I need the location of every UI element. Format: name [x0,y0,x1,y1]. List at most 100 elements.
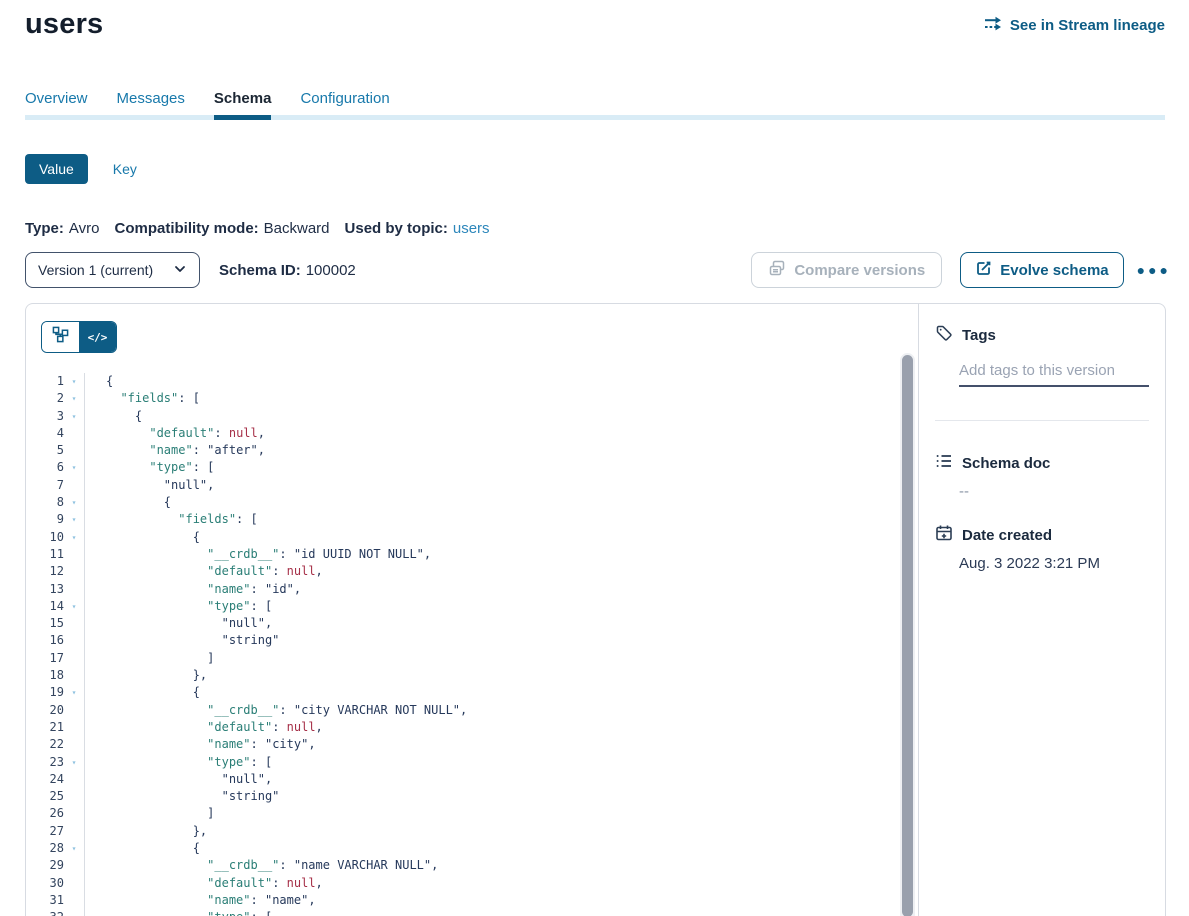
fold-toggle-icon [64,736,84,753]
code-line: 32▾ "type": [ [26,909,898,916]
code-line: 1▾{ [26,373,898,390]
sidebar-divider [935,420,1149,421]
fold-toggle-icon [64,823,84,840]
tab-bar: Overview Messages Schema Configuration [25,90,390,108]
code-text: "null", [84,771,898,788]
fold-toggle-icon[interactable]: ▾ [64,373,84,390]
line-number: 7 [26,477,64,494]
code-line: 13 "name": "id", [26,581,898,598]
view-mode-toggle: </> [41,321,117,353]
date-created-section: Date created Aug. 3 2022 3:21 PM [935,524,1149,572]
compat-value: Backward [264,220,330,237]
fold-toggle-icon[interactable]: ▾ [64,494,84,511]
code-line: 23▾ "type": [ [26,754,898,771]
schema-doc-value: -- [959,483,1149,500]
date-created-title: Date created [962,527,1052,544]
code-text: "__crdb__": "id UUID NOT NULL", [84,546,898,563]
tags-title: Tags [962,327,996,344]
fold-toggle-icon[interactable]: ▾ [64,840,84,857]
stream-lineage-label: See in Stream lineage [1010,17,1165,34]
code-text: }, [84,823,898,840]
more-actions-button[interactable]: ●●● [1137,262,1171,278]
code-line: 21 "default": null, [26,719,898,736]
line-number: 24 [26,771,64,788]
code-view-toggle[interactable]: </> [79,322,116,352]
scrollbar-thumb[interactable] [902,355,913,916]
line-number: 16 [26,632,64,649]
topic-link[interactable]: users [453,220,490,237]
schema-type: Type:Avro [25,220,99,237]
fold-toggle-icon[interactable]: ▾ [64,511,84,528]
code-text: { [84,529,898,546]
fold-toggle-icon [64,875,84,892]
compare-versions-label: Compare versions [794,262,925,279]
line-number: 31 [26,892,64,909]
code-line: 12 "default": null, [26,563,898,580]
code-line: 10▾ { [26,529,898,546]
code-line: 19▾ { [26,684,898,701]
code-text: "default": null, [84,719,898,736]
code-line: 26 ] [26,805,898,822]
tree-view-toggle[interactable] [42,322,79,352]
code-line: 3▾ { [26,408,898,425]
tab-configuration[interactable]: Configuration [300,90,389,108]
line-number: 8 [26,494,64,511]
tab-overview[interactable]: Overview [25,90,88,108]
scrollbar[interactable] [900,353,915,916]
fold-toggle-icon[interactable]: ▾ [64,754,84,771]
schema-id-value: 100002 [306,262,356,279]
fold-toggle-icon[interactable]: ▾ [64,598,84,615]
code-line: 7 "null", [26,477,898,494]
fold-toggle-icon [64,477,84,494]
line-number: 21 [26,719,64,736]
fold-toggle-icon [64,702,84,719]
compare-versions-icon [768,259,786,281]
code-text: { [84,408,898,425]
used-by-topic: Used by topic: users [345,220,490,237]
tab-messages[interactable]: Messages [117,90,185,108]
code-text: "__crdb__": "name VARCHAR NULL", [84,857,898,874]
key-toggle-button[interactable]: Key [113,161,137,177]
evolve-schema-button[interactable]: Evolve schema [960,252,1123,288]
stream-lineage-link[interactable]: See in Stream lineage [984,16,1165,35]
value-toggle-button[interactable]: Value [25,154,88,184]
fold-toggle-icon[interactable]: ▾ [64,909,84,916]
code-line: 14▾ "type": [ [26,598,898,615]
compare-versions-button[interactable]: Compare versions [751,252,942,288]
line-number: 9 [26,511,64,528]
add-tags-input[interactable] [959,360,1149,387]
tags-section-header: Tags [935,324,1149,346]
line-number: 1 [26,373,64,390]
fold-toggle-icon[interactable]: ▾ [64,684,84,701]
evolve-schema-label: Evolve schema [1000,262,1108,279]
code-text: "string" [84,788,898,805]
line-number: 30 [26,875,64,892]
code-text: "default": null, [84,563,898,580]
code-line: 27 }, [26,823,898,840]
code-text: "fields": [ [84,511,898,528]
compat-label: Compatibility mode: [114,220,258,237]
topic-label: Used by topic: [345,220,448,237]
fold-toggle-icon [64,857,84,874]
schema-doc-section: Schema doc -- [935,452,1149,500]
code-line: 8▾ { [26,494,898,511]
fold-toggle-icon[interactable]: ▾ [64,459,84,476]
fold-toggle-icon[interactable]: ▾ [64,390,84,407]
schema-page: users See in Stream lineage Overview Mes… [0,0,1189,916]
fold-toggle-icon[interactable]: ▾ [64,529,84,546]
code-text: "name": "city", [84,736,898,753]
version-select[interactable]: Version 1 (current) [25,252,200,288]
schema-id: Schema ID:100002 [219,262,356,279]
code-text: { [84,840,898,857]
code-text: "default": null, [84,875,898,892]
code-line: 4 "default": null, [26,425,898,442]
code-text: { [84,684,898,701]
fold-toggle-icon[interactable]: ▾ [64,408,84,425]
code-text: "name": "after", [84,442,898,459]
date-created-value: Aug. 3 2022 3:21 PM [959,555,1149,572]
tab-schema[interactable]: Schema [214,90,272,108]
tag-icon [935,324,953,346]
compatibility-mode: Compatibility mode: Backward [114,220,329,237]
stream-lineage-icon [984,16,1003,35]
fold-toggle-icon [64,788,84,805]
